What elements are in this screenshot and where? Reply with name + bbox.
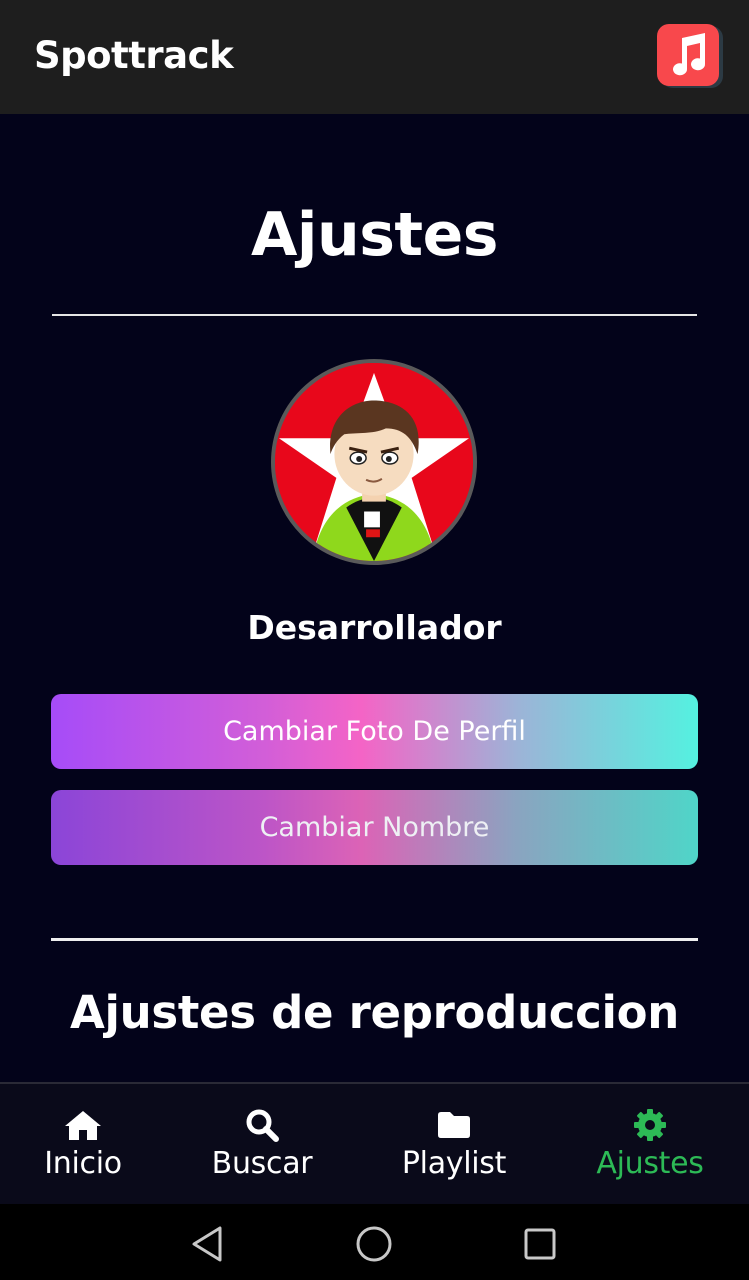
playback-section-title: Ajustes de reproduccion — [69, 986, 680, 1039]
nav-label: Buscar — [211, 1146, 313, 1181]
bottom-nav: Inicio Buscar Playlist Ajustes — [0, 1082, 749, 1204]
profile-avatar[interactable] — [271, 359, 477, 565]
app-bar: Spottrack — [0, 0, 749, 114]
nav-label: Playlist — [401, 1146, 507, 1181]
divider — [52, 314, 697, 316]
user-name: Desarrollador — [247, 608, 502, 647]
recents-square-icon[interactable] — [520, 1224, 560, 1264]
nav-label: Ajustes — [596, 1146, 704, 1181]
page-title: Ajustes — [250, 200, 499, 270]
nav-item-ajustes[interactable]: Ajustes — [575, 1084, 725, 1204]
home-circle-icon[interactable] — [354, 1224, 394, 1264]
back-triangle-icon[interactable] — [188, 1224, 228, 1264]
home-icon — [63, 1108, 103, 1142]
nav-label: Inicio — [44, 1146, 122, 1181]
change-photo-button[interactable]: Cambiar Foto De Perfil — [51, 694, 698, 769]
system-nav-bar — [0, 1204, 749, 1280]
nav-item-playlist[interactable]: Playlist — [379, 1084, 529, 1204]
music-note-icon[interactable] — [657, 24, 723, 90]
divider — [51, 938, 698, 941]
change-name-button[interactable]: Cambiar Nombre — [51, 790, 698, 865]
nav-item-inicio[interactable]: Inicio — [8, 1084, 158, 1204]
nav-item-buscar[interactable]: Buscar — [187, 1084, 337, 1204]
app-title: Spottrack — [34, 34, 234, 77]
folder-icon — [436, 1108, 472, 1142]
settings-content: Ajustes Desarrollador Cambiar Foto De Pe… — [0, 114, 749, 1082]
gear-icon — [633, 1108, 667, 1142]
search-icon — [245, 1108, 279, 1142]
